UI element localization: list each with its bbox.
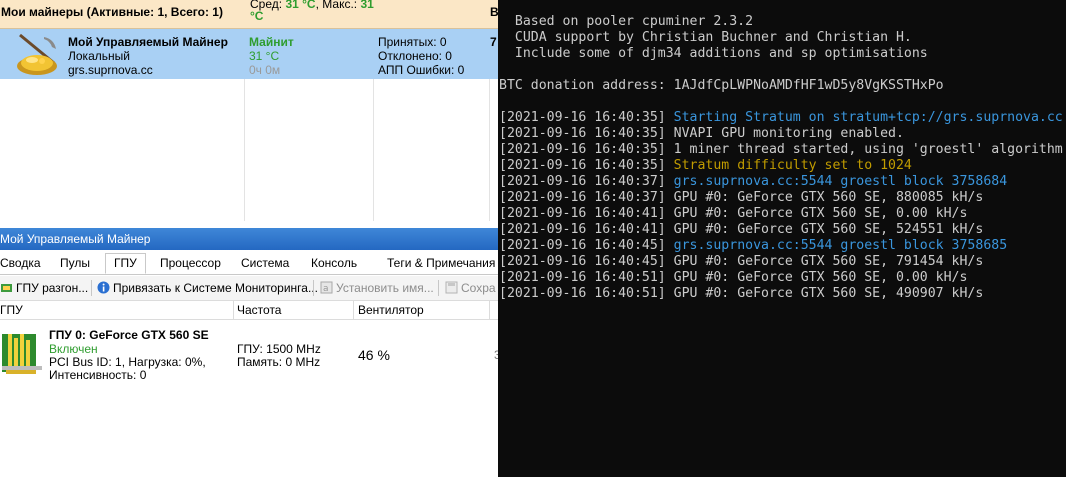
column-divider [244,79,245,221]
save-button[interactable]: Сохра [445,281,496,295]
miner-extra-value: 7 [490,35,497,49]
toolbar-separator [91,280,92,296]
console-line: [2021-09-16 16:40:41] GPU #0: GeForce GT… [499,206,968,221]
column-divider [489,79,490,221]
miner-temp: 31 °C [249,49,280,63]
set-name-button[interactable]: a Установить имя... [320,281,434,295]
console-line: CUDA support by Christian Buchner and Ch… [499,30,912,45]
miner-row[interactable]: Мой Управляемый Майнер Локальный grs.sup… [0,29,498,79]
gpu-name: ГПУ 0: GeForce GTX 560 SE [49,328,209,342]
tab-system[interactable]: Система [241,256,289,270]
tab-summary[interactable]: Сводка [0,256,41,270]
console-line: [2021-09-16 16:40:35] NVAPI GPU monitori… [499,126,904,141]
col-separator [353,301,354,319]
info-icon [97,281,110,294]
gpu-overclock-button[interactable]: ГПУ разгон... [0,281,88,295]
console-line: [2021-09-16 16:40:41] GPU #0: GeForce GT… [499,222,984,237]
console-line: [2021-09-16 16:40:45] GPU #0: GeForce GT… [499,254,984,269]
miners-group-header[interactable]: Мои майнеры (Активные: 1, Всего: 1) Сред… [0,0,498,29]
miner-console-window[interactable]: Based on pooler cpuminer 2.3.2 CUDA supp… [498,0,1066,477]
tab-tags-notes[interactable]: Теги & Примечания [387,256,495,270]
col-separator [233,301,234,319]
console-line: [2021-09-16 16:40:51] GPU #0: GeForce GT… [499,270,968,285]
col-fan[interactable]: Вентилятор [358,303,424,317]
console-line: [2021-09-16 16:40:35] Starting Stratum o… [499,110,1063,125]
gpu-toolbar: ГПУ разгон... Привязать к Системе Монито… [0,276,498,301]
svg-text:a: a [323,284,329,294]
col-frequency[interactable]: Частота [237,303,281,317]
gpu-state: Включен [49,342,98,356]
tab-gpu[interactable]: ГПУ [105,253,146,274]
console-line: [2021-09-16 16:40:37] grs.suprnova.cc:55… [499,174,1008,189]
details-panel-titlebar: Мой Управляемый Майнер [0,228,498,250]
col-gpu[interactable]: ГПУ [0,303,23,317]
miners-group-title: Мои майнеры (Активные: 1, Всего: 1) [1,5,223,19]
set-name-label: Установить имя... [336,281,434,295]
overclock-icon [1,284,12,292]
miner-rejected: Отклонено: 0 [378,49,452,63]
console-line: Include some of djm34 additions and sp o… [499,46,928,61]
gpu-intensity: Интенсивность: 0 [49,368,147,382]
rename-icon: a [320,281,333,294]
save-label: Сохра [461,281,496,295]
console-line: BTC donation address: 1AJdfCpLWPNoAMDfHF… [499,78,944,93]
gpu-card-icon [2,334,42,374]
gpu-overclock-label: ГПУ разгон... [16,281,89,295]
miner-manager-window: Мои майнеры (Активные: 1, Всего: 1) Сред… [0,0,498,477]
gpu-fan-speed: 46 % [358,347,390,363]
details-panel-title: Мой Управляемый Майнер [0,232,151,246]
console-line: [2021-09-16 16:40:37] GPU #0: GeForce GT… [499,190,984,205]
miner-errors: АПП Ошибки: 0 [378,63,465,77]
miner-type: Локальный [68,49,130,63]
bind-monitoring-button[interactable]: Привязать к Системе Мониторинга... [97,281,318,295]
column-divider [373,79,374,221]
miner-pool: grs.suprnova.cc [68,63,153,77]
bind-monitoring-label: Привязать к Системе Мониторинга... [113,281,318,295]
temperature-summary: Сред: 31 °C, Макс.: 31 °C [250,0,380,22]
gpu-core-frequency: ГПУ: 1500 MHz [237,342,321,356]
header-cut-label: В [490,5,498,19]
tab-console[interactable]: Консоль [311,256,357,270]
console-line: Based on pooler cpuminer 2.3.2 [499,14,754,29]
miner-gold-icon [17,33,57,75]
save-icon [445,281,458,294]
miner-status: Майнит [249,35,294,49]
toolbar-separator [313,280,314,296]
tab-pools[interactable]: Пулы [60,256,90,270]
gpu-row[interactable]: ГПУ 0: GeForce GTX 560 SE Включен PCI Bu… [0,320,498,382]
col-separator [489,301,490,319]
temp-avg-value: 31 °C [285,0,316,11]
console-line: [2021-09-16 16:40:51] GPU #0: GeForce GT… [499,286,984,301]
console-line: [2021-09-16 16:40:35] Stratum difficulty… [499,158,912,173]
gpu-memory-frequency: Память: 0 MHz [237,355,321,369]
gpu-table-header: ГПУ Частота Вентилятор [0,301,498,320]
miner-uptime: 0ч 0м [249,63,281,77]
console-line: [2021-09-16 16:40:35] 1 miner thread sta… [499,142,1063,157]
tab-cpu[interactable]: Процессор [160,256,221,270]
miner-accepted: Принятых: 0 [378,35,447,49]
temp-max-prefix: , Макс.: [315,0,358,11]
toolbar-separator [438,280,439,296]
details-tab-bar: Сводка Пулы ГПУ Процессор Система Консол… [0,251,498,275]
gpu-bus-load: PCI Bus ID: 1, Нагрузка: 0%, [49,355,206,369]
miner-name: Мой Управляемый Майнер [68,35,228,49]
console-line: [2021-09-16 16:40:45] grs.suprnova.cc:55… [499,238,1008,253]
